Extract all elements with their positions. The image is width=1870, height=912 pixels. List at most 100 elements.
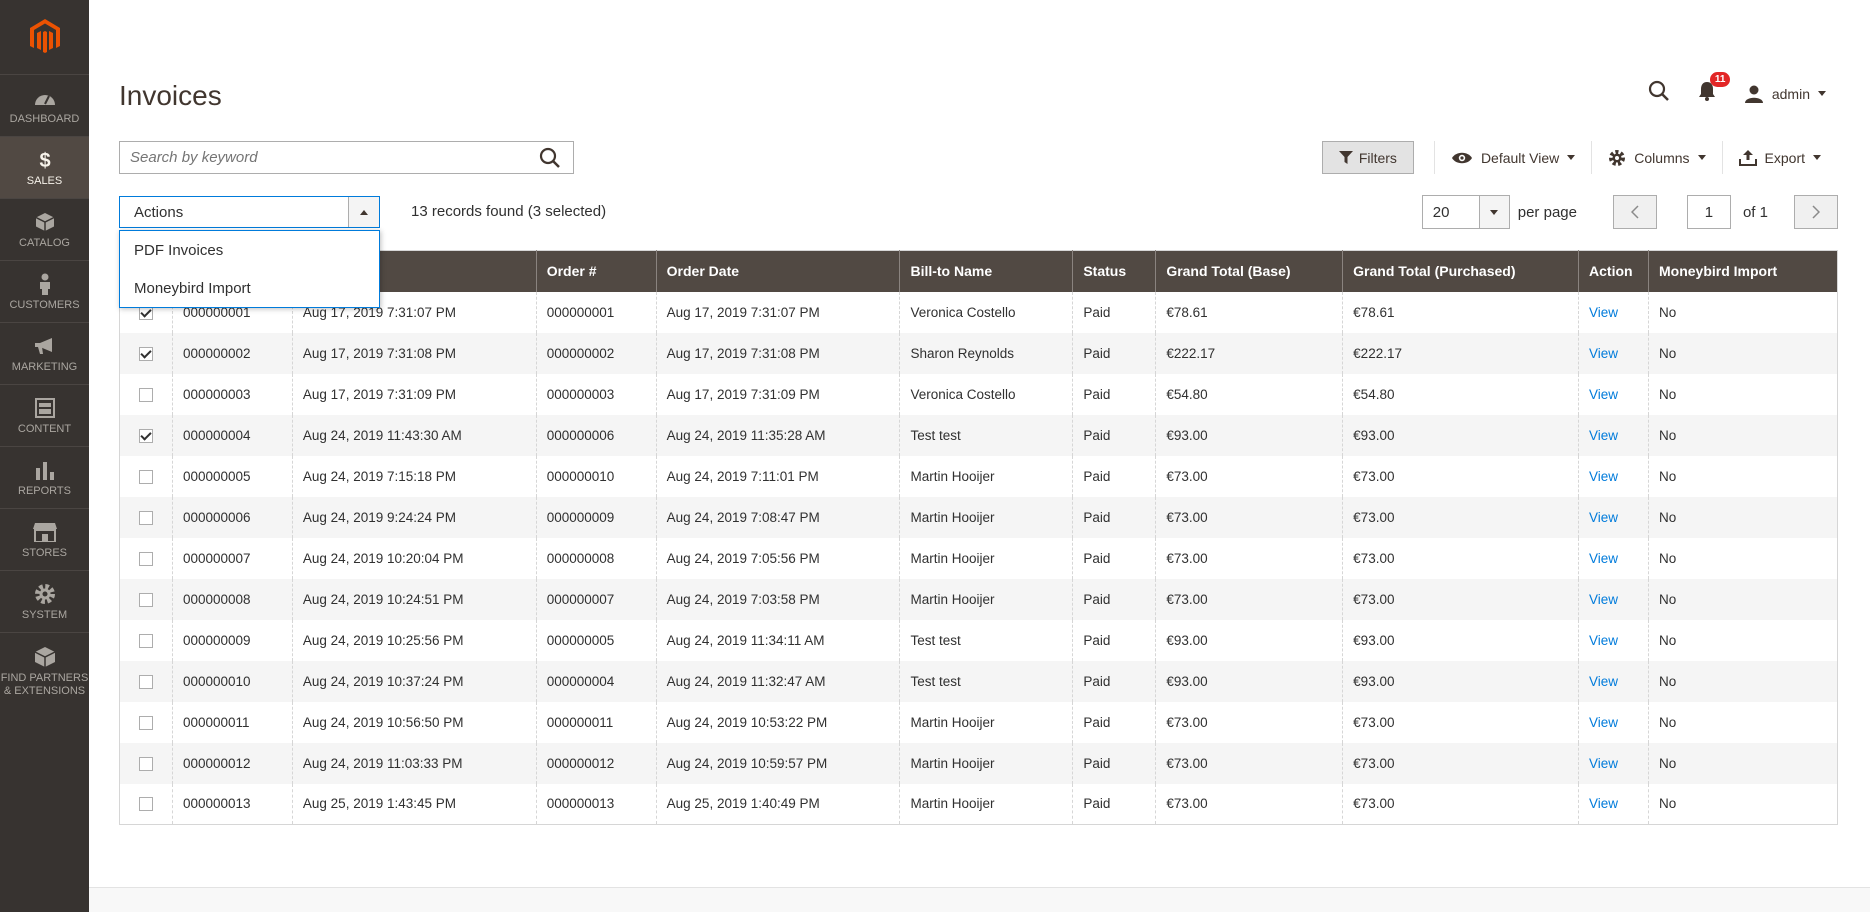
order-number: 000000007 — [535, 578, 657, 620]
order-number: 000000011 — [535, 701, 657, 743]
invoice-number: 000000013 — [171, 783, 293, 825]
table-row[interactable]: 000000013 Aug 25, 2019 1:43:45 PM 00000001… — [120, 783, 1838, 825]
action-moneybird-import[interactable]: Moneybird Import — [120, 269, 379, 307]
view-link[interactable]: View — [1589, 387, 1618, 402]
order-number: 000000013 — [535, 783, 657, 825]
table-row[interactable]: 000000008 Aug 24, 2019 10:24:51 PM 0000000… — [119, 578, 1838, 620]
invoice-number: 000000009 — [171, 619, 293, 661]
table-row[interactable]: 000000007 Aug 24, 2019 10:20:04 PM 0000000… — [120, 537, 1838, 579]
row-checkbox[interactable] — [138, 592, 153, 607]
search-icon[interactable] — [527, 147, 573, 169]
sidebar-item-catalog[interactable]: CATALOG — [0, 198, 89, 260]
mass-actions-toggle[interactable] — [348, 197, 379, 227]
export-dropdown[interactable]: Export — [1721, 141, 1837, 174]
row-checkbox[interactable] — [138, 387, 153, 402]
column-header-order[interactable]: Order # — [535, 250, 657, 292]
sidebar-item-reports[interactable]: REPORTS — [0, 446, 89, 508]
column-header-status[interactable]: Status — [1072, 250, 1156, 292]
row-checkbox[interactable] — [138, 633, 153, 648]
view-link[interactable]: View — [1589, 674, 1618, 689]
column-header-moneybird-import[interactable]: Moneybird Import — [1648, 250, 1838, 292]
row-checkbox[interactable] — [138, 756, 153, 771]
view-link[interactable]: View — [1589, 346, 1618, 361]
table-row[interactable]: 000000006 Aug 24, 2019 9:24:24 PM 00000000… — [119, 496, 1838, 538]
row-checkbox[interactable] — [138, 469, 153, 484]
header-actions: 11 admin — [1648, 72, 1826, 107]
view-link[interactable]: View — [1589, 305, 1618, 320]
view-link[interactable]: View — [1589, 510, 1618, 525]
view-link[interactable]: View — [1589, 592, 1618, 607]
sidebar-item-system[interactable]: SYSTEM — [0, 570, 89, 632]
status: Paid — [1072, 701, 1156, 743]
view-link[interactable]: View — [1589, 756, 1618, 771]
bill-to-name: Test test — [899, 619, 1073, 661]
mass-actions-select[interactable]: Actions — [119, 196, 380, 228]
table-row[interactable]: 000000002 Aug 17, 2019 7:31:08 PM 00000000… — [119, 332, 1838, 374]
table-row[interactable]: 000000003 Aug 17, 2019 7:31:09 PM 00000000… — [120, 373, 1838, 415]
sidebar-item-customers[interactable]: CUSTOMERS — [0, 260, 89, 322]
per-page-select[interactable]: 20 — [1421, 195, 1510, 229]
action-pdf-invoices[interactable]: PDF Invoices — [120, 231, 379, 269]
order-number: 000000004 — [535, 660, 657, 702]
admin-user-menu[interactable]: admin — [1744, 85, 1826, 103]
status: Paid — [1072, 496, 1156, 538]
bill-to-name: Martin Hooijer — [899, 578, 1073, 620]
view-link[interactable]: View — [1589, 469, 1618, 484]
status: Paid — [1072, 783, 1156, 825]
sidebar-item-stores[interactable]: STORES — [0, 508, 89, 570]
notifications-bell[interactable]: 11 — [1698, 72, 1731, 106]
grand-total-base: €73.00 — [1155, 578, 1343, 620]
table-row[interactable]: 000000012 Aug 24, 2019 11:03:33 PM 0000000… — [119, 742, 1838, 784]
global-search-icon[interactable] — [1648, 80, 1670, 107]
sidebar-item-marketing[interactable]: MARKETING — [0, 322, 89, 384]
moneybird-import: No — [1648, 332, 1838, 374]
row-select-cell — [119, 414, 173, 456]
view-link[interactable]: View — [1589, 715, 1618, 730]
next-page-button[interactable] — [1794, 195, 1838, 229]
row-select-cell — [120, 784, 173, 825]
status: Paid — [1072, 373, 1156, 415]
moneybird-import: No — [1648, 414, 1838, 456]
order-number: 000000003 — [535, 373, 657, 415]
column-header-grand-total-purchased[interactable]: Grand Total (Purchased) — [1342, 250, 1579, 292]
view-link[interactable]: View — [1589, 428, 1618, 443]
table-row[interactable]: 000000011 Aug 24, 2019 10:56:50 PM 0000000… — [120, 701, 1838, 743]
status: Paid — [1072, 414, 1156, 456]
grand-total-base: €73.00 — [1155, 783, 1343, 825]
status: Paid — [1072, 619, 1156, 661]
row-checkbox[interactable] — [138, 715, 153, 730]
sidebar-item-sales[interactable]: $ SALES — [0, 136, 89, 198]
columns-dropdown[interactable]: Columns — [1591, 141, 1721, 174]
current-page-input[interactable]: 1 — [1686, 195, 1731, 229]
moneybird-import: No — [1648, 578, 1838, 620]
row-checkbox[interactable] — [138, 797, 153, 812]
status: Paid — [1072, 537, 1156, 579]
row-checkbox[interactable] — [138, 551, 153, 566]
grand-total-purchased: €73.00 — [1342, 783, 1579, 825]
row-checkbox[interactable] — [138, 510, 153, 525]
table-row[interactable]: 000000009 Aug 24, 2019 10:25:56 PM 0000000… — [120, 619, 1838, 661]
table-row[interactable]: 000000010 Aug 24, 2019 10:37:24 PM 0000000… — [119, 660, 1838, 702]
view-link[interactable]: View — [1589, 551, 1618, 566]
sidebar-item-find-partners[interactable]: FIND PARTNERS & EXTENSIONS — [0, 632, 89, 708]
filters-button[interactable]: Filters — [1321, 141, 1414, 174]
table-row[interactable]: 000000004 Aug 24, 2019 11:43:30 AM 0000000… — [119, 414, 1838, 456]
column-header-order-date[interactable]: Order Date — [655, 250, 900, 292]
row-checkbox[interactable] — [138, 674, 153, 689]
search-input[interactable] — [120, 142, 527, 173]
row-checkbox[interactable] — [138, 346, 153, 361]
order-date: Aug 24, 2019 7:08:47 PM — [655, 496, 900, 538]
per-page-toggle[interactable] — [1478, 196, 1509, 228]
view-link[interactable]: View — [1589, 633, 1618, 648]
sidebar-item-dashboard[interactable]: DASHBOARD — [0, 74, 89, 136]
view-link[interactable]: View — [1589, 796, 1618, 811]
row-checkbox[interactable] — [138, 428, 153, 443]
table-row[interactable]: 000000005 Aug 24, 2019 7:15:18 PM 00000001… — [120, 455, 1838, 497]
column-header-grand-total-base[interactable]: Grand Total (Base) — [1155, 250, 1343, 292]
magento-logo[interactable] — [0, 0, 89, 74]
default-view-dropdown[interactable]: Default View — [1433, 141, 1591, 174]
action-cell: View — [1578, 660, 1649, 702]
sidebar-item-content[interactable]: CONTENT — [0, 384, 89, 446]
column-header-bill-to-name[interactable]: Bill-to Name — [899, 250, 1073, 292]
previous-page-button[interactable] — [1612, 195, 1657, 229]
